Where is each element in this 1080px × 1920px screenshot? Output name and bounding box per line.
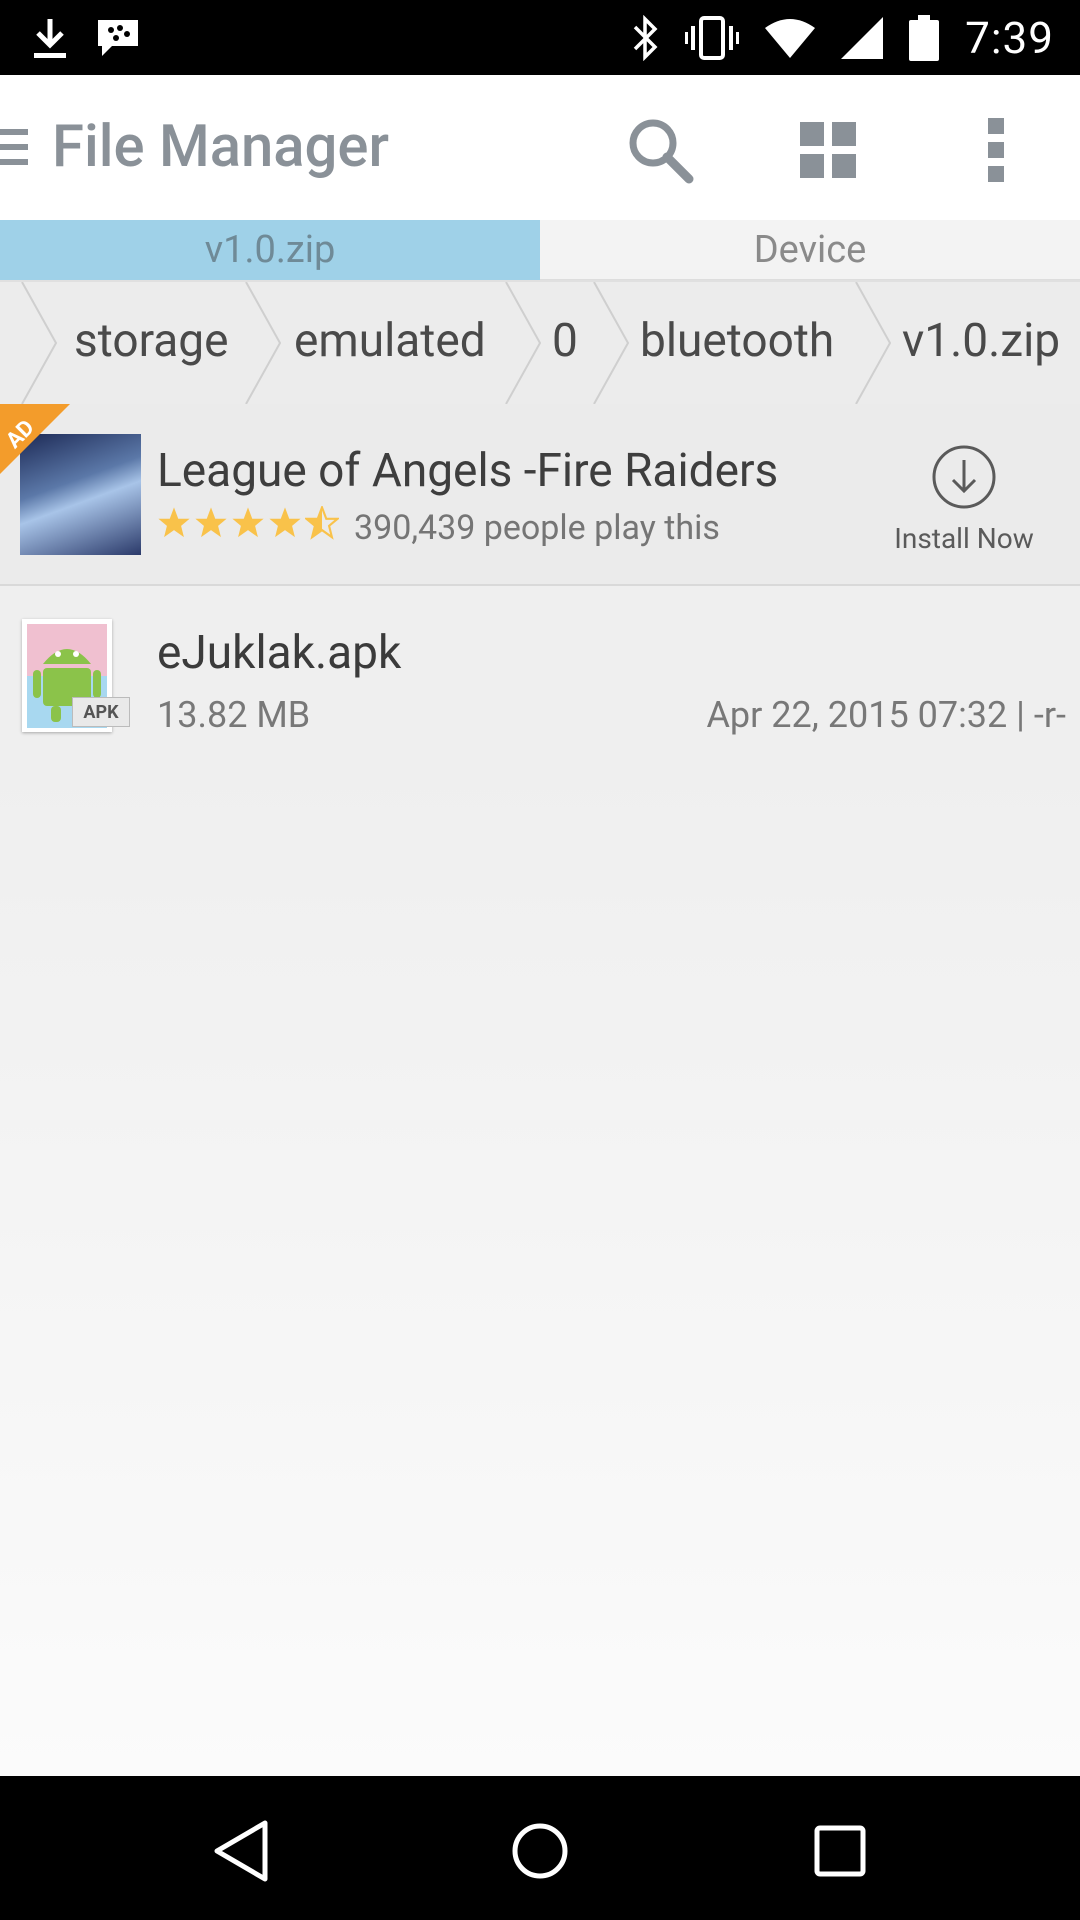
- file-meta: Apr 22, 2015 07:32 | -r-: [706, 694, 1066, 736]
- home-icon[interactable]: [495, 1806, 585, 1896]
- bbm-chat-icon: [96, 18, 140, 58]
- apk-file-icon: APK: [22, 619, 130, 732]
- drawer-menu-icon[interactable]: [0, 125, 30, 170]
- download-circle-icon: [932, 445, 996, 509]
- chevron-separator-icon: [593, 282, 630, 404]
- recents-icon[interactable]: [795, 1806, 885, 1896]
- breadcrumb: storage emulated 0 bluetooth v1.0.zip: [0, 280, 1080, 406]
- breadcrumb-item-emulated[interactable]: emulated: [294, 314, 486, 368]
- install-now-label: Install Now: [894, 522, 1034, 555]
- tab-archive[interactable]: v1.0.zip: [0, 220, 540, 280]
- star-icon: [232, 507, 264, 538]
- breadcrumb-item-storage[interactable]: storage: [74, 314, 229, 368]
- clock: 7:39: [965, 11, 1054, 64]
- star-icon: [158, 507, 190, 538]
- overflow-menu-icon[interactable]: [956, 110, 1036, 190]
- chevron-separator-icon: [245, 282, 282, 404]
- breadcrumb-item-bluetooth[interactable]: bluetooth: [640, 314, 834, 368]
- app-title: File Manager: [52, 113, 389, 181]
- file-name: eJuklak.apk: [157, 626, 402, 680]
- grid-view-icon[interactable]: [788, 110, 868, 190]
- ad-banner[interactable]: AD League of Angels -Fire Raiders 390,43…: [0, 404, 1080, 586]
- navigation-bar: [0, 1776, 1080, 1920]
- rating-stars: [157, 506, 339, 540]
- file-size: 13.82 MB: [157, 694, 311, 736]
- breadcrumb-item-current[interactable]: v1.0.zip: [902, 314, 1060, 368]
- install-now-button[interactable]: Install Now: [884, 444, 1044, 555]
- app-bar: File Manager: [0, 75, 1080, 220]
- ad-player-count: 390,439 people play this: [354, 508, 720, 548]
- chevron-separator-icon: [505, 282, 542, 404]
- vibrate-icon: [685, 15, 740, 60]
- bluetooth-icon: [631, 14, 659, 61]
- chevron-separator-icon: [21, 282, 58, 404]
- empty-list-area: [0, 768, 1080, 1776]
- search-icon[interactable]: [620, 110, 700, 190]
- back-icon[interactable]: [196, 1806, 286, 1896]
- star-icon: [269, 507, 301, 538]
- tab-device[interactable]: Device: [540, 220, 1080, 280]
- signal-icon: [841, 16, 884, 59]
- ad-title: League of Angels -Fire Raiders: [157, 444, 779, 498]
- status-bar: 7:39: [0, 0, 1080, 75]
- breadcrumb-item-0[interactable]: 0: [552, 314, 578, 368]
- wifi-icon: [765, 18, 816, 58]
- battery-icon: [909, 14, 940, 61]
- download-icon: [32, 17, 68, 59]
- apk-badge: APK: [72, 697, 130, 727]
- half-star-icon: [305, 506, 339, 540]
- chevron-separator-icon: [855, 282, 892, 404]
- list-item[interactable]: APK eJuklak.apk 13.82 MB Apr 22, 2015 07…: [0, 586, 1080, 770]
- tab-bar: v1.0.zip Device: [0, 220, 1080, 280]
- star-icon: [195, 507, 227, 538]
